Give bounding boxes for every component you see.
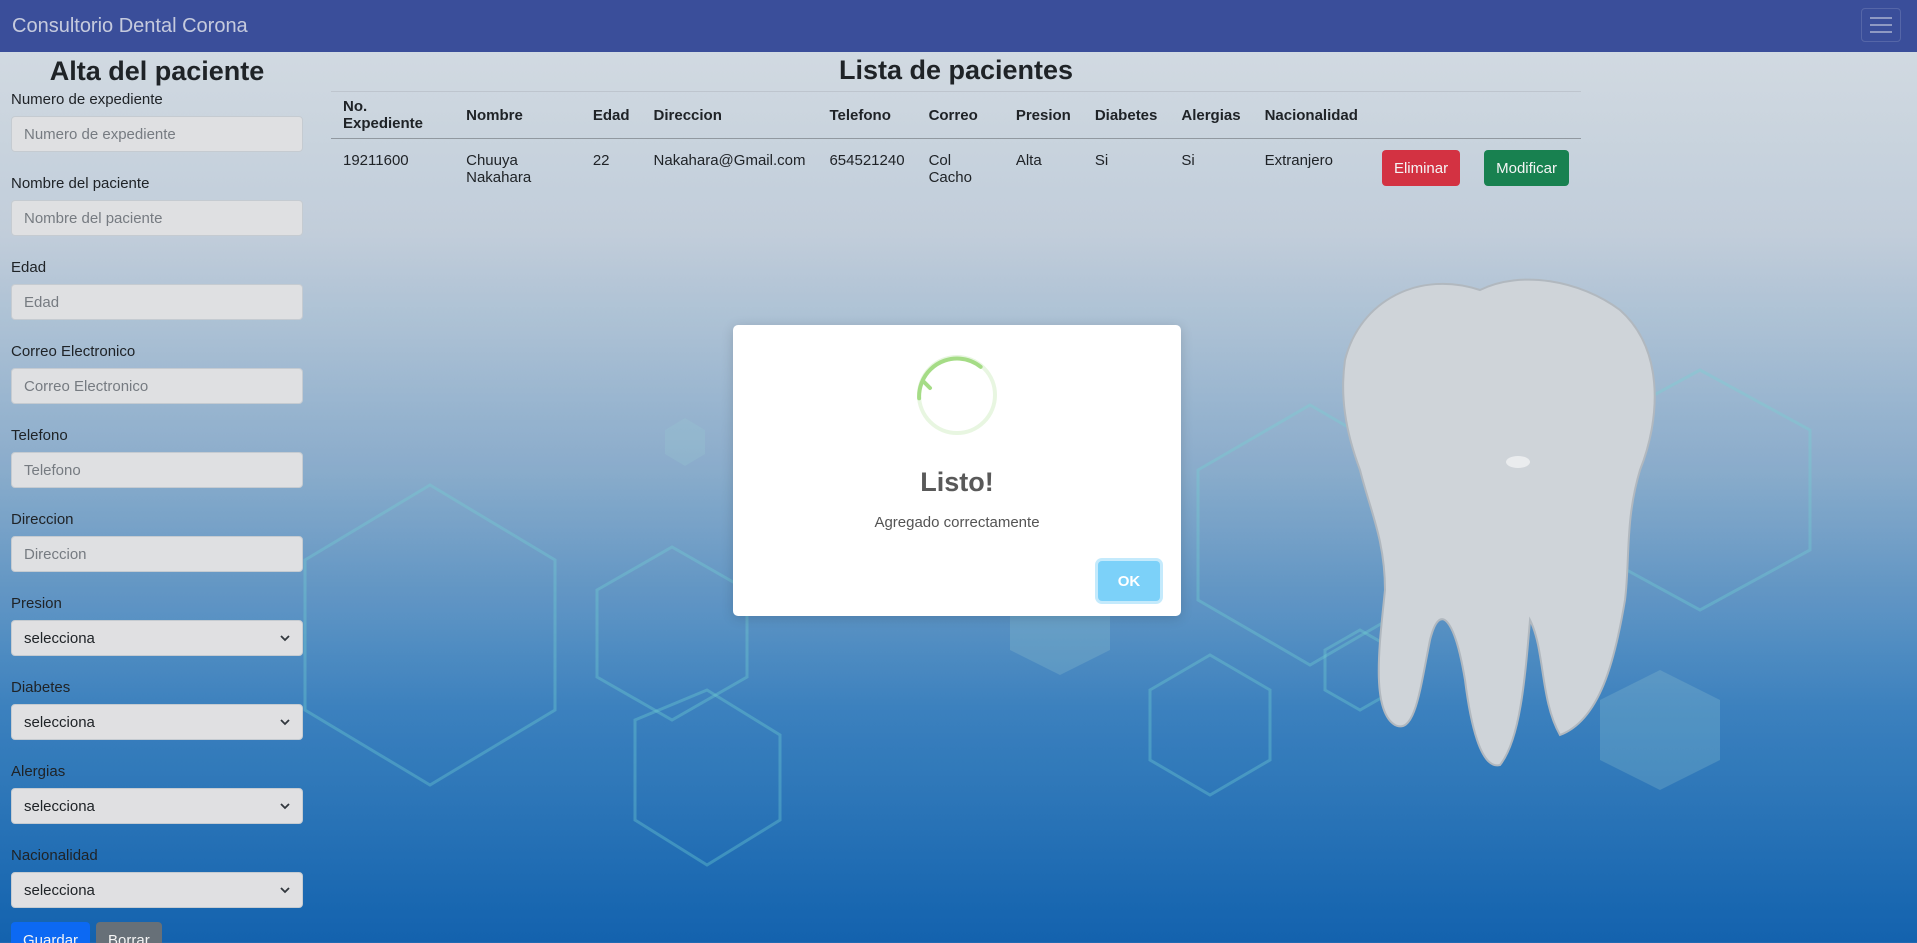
ok-button[interactable]: OK: [1098, 561, 1160, 601]
success-dialog: Listo! Agregado correctamente OK: [733, 325, 1181, 616]
dialog-message: Agregado correctamente: [874, 514, 1040, 531]
success-spinner-icon: [917, 355, 997, 435]
dialog-title: Listo!: [920, 467, 994, 497]
